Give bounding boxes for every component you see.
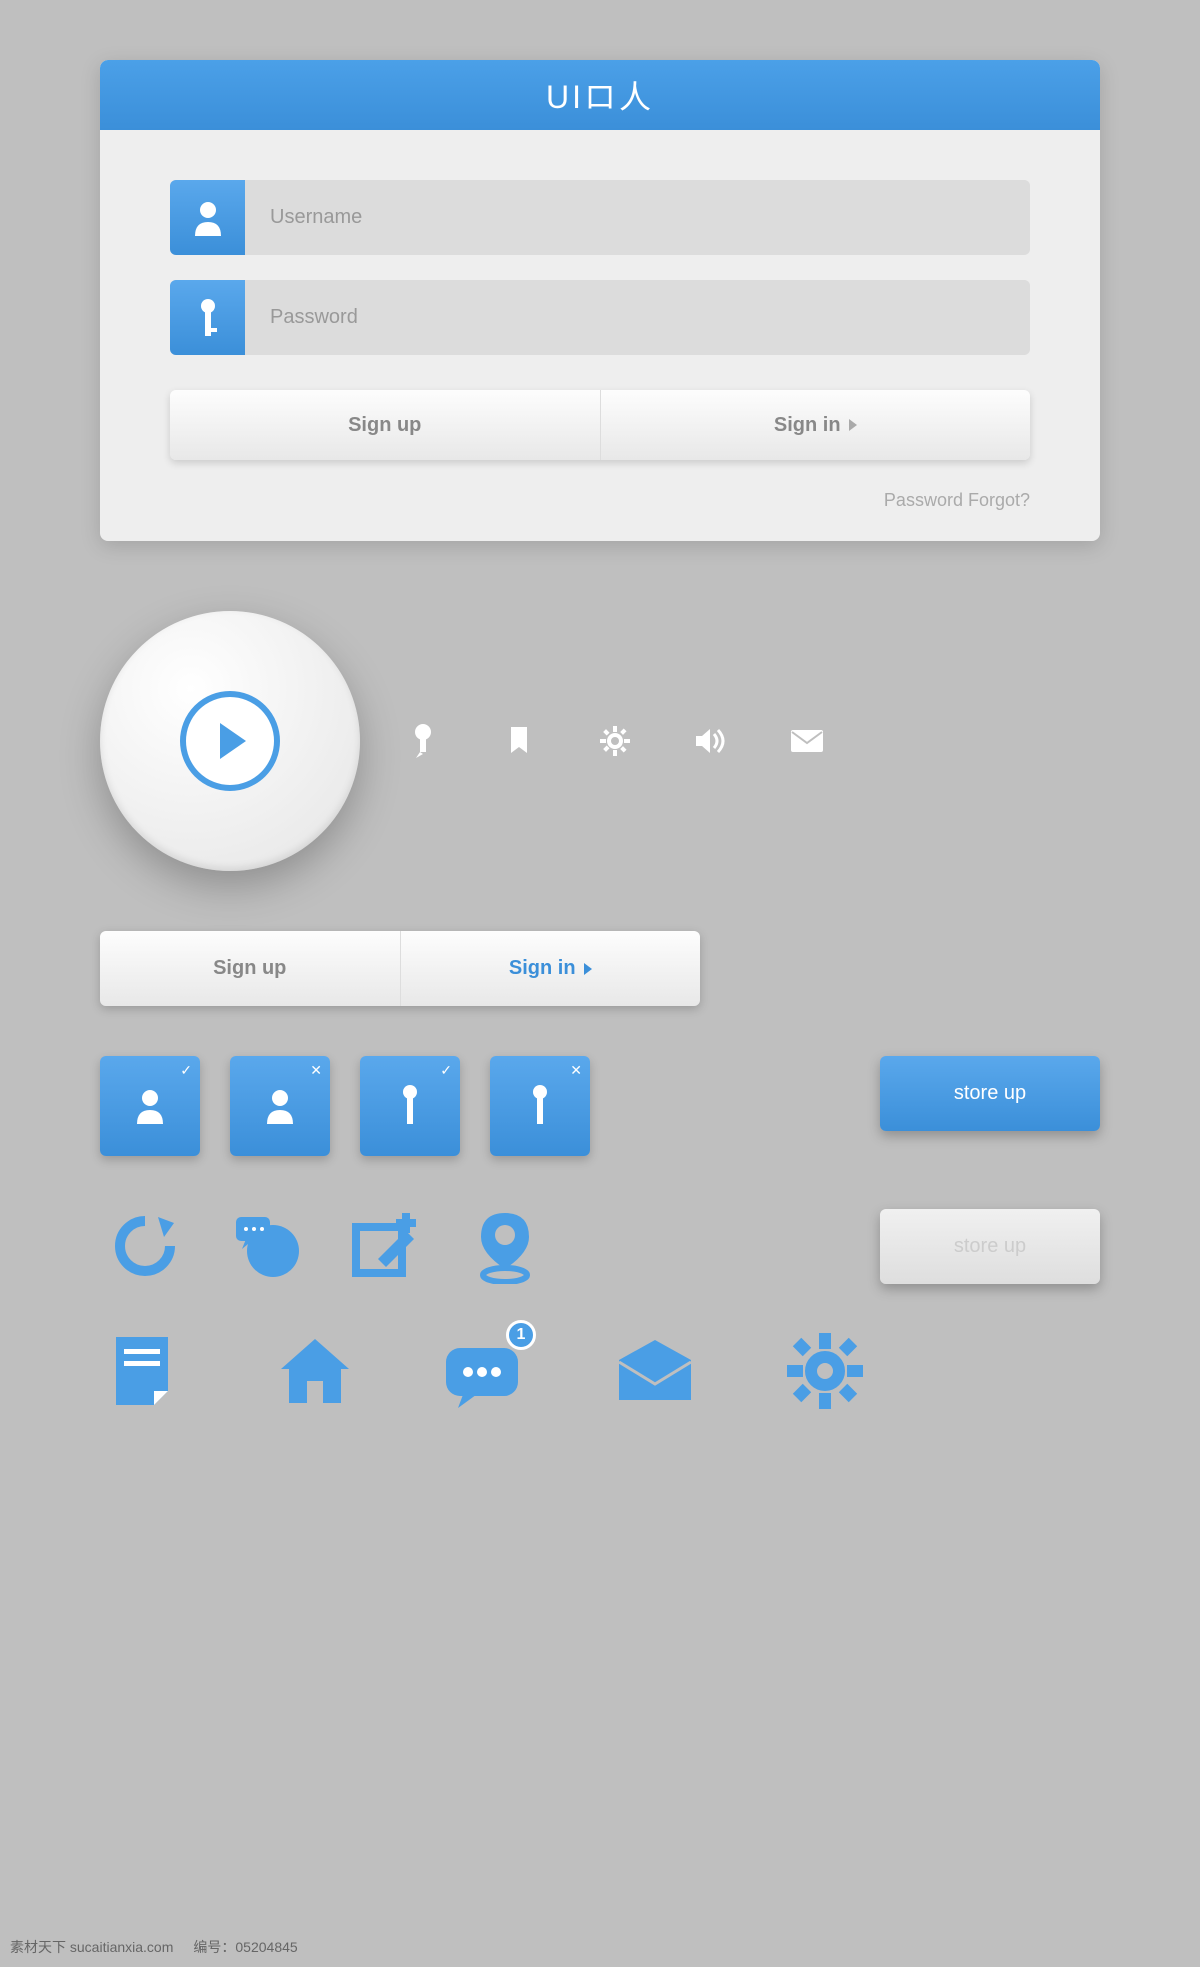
sign-in-label: Sign in: [774, 414, 841, 437]
icon-row-2: 1: [100, 1326, 1100, 1416]
close-icon: ✕: [570, 1062, 582, 1079]
settings-gear-icon[interactable]: [780, 1326, 870, 1416]
password-group: [170, 280, 1030, 355]
user-x-tile[interactable]: ✕: [230, 1056, 330, 1156]
document-icon[interactable]: [100, 1326, 190, 1416]
check-icon: ✓: [180, 1062, 192, 1079]
key-icon: [170, 280, 245, 355]
signin-signup-group-2: Sign up Sign in: [100, 931, 700, 1006]
sign-up-button-2[interactable]: Sign up: [100, 931, 401, 1006]
footer-left: 素材天下 sucaitianxia.com: [10, 1937, 173, 1957]
pin-icon[interactable]: [405, 723, 441, 759]
icon-row-1: store up: [100, 1201, 1100, 1291]
forgot-password-link[interactable]: Password Forgot?: [170, 490, 1030, 511]
card-header: UIロ人: [100, 60, 1100, 130]
sign-up-label: Sign up: [348, 414, 421, 437]
bookmark-icon[interactable]: [501, 723, 537, 759]
home-icon[interactable]: [270, 1326, 360, 1416]
location-icon[interactable]: [460, 1201, 550, 1291]
footer-right: 编号：05204845: [193, 1937, 297, 1957]
chat-globe-icon[interactable]: [220, 1201, 310, 1291]
signin-signup-group: Sign up Sign in: [170, 390, 1030, 460]
check-icon: ✓: [440, 1062, 452, 1079]
store-up-label-gray: store up: [954, 1235, 1026, 1258]
play-icon: [180, 691, 280, 791]
refresh-icon[interactable]: [100, 1201, 190, 1291]
volume-icon[interactable]: [693, 723, 729, 759]
sign-in-label-2: Sign in: [509, 957, 576, 980]
tiles-row: ✓ ✕ ✓ ✕ store up: [100, 1056, 1100, 1156]
header-title: UIロ人: [546, 72, 654, 118]
sign-up-label-2: Sign up: [213, 957, 286, 980]
mail-open-icon[interactable]: [610, 1326, 700, 1416]
sign-in-button-2[interactable]: Sign in: [401, 931, 701, 1006]
login-card: UIロ人 Sign up Sign in: [100, 60, 1100, 541]
media-row: [100, 611, 1100, 871]
mini-icons-row: [405, 723, 825, 759]
store-up-button-blue[interactable]: store up: [880, 1056, 1100, 1131]
compose-icon[interactable]: [340, 1201, 430, 1291]
sign-up-button[interactable]: Sign up: [170, 390, 601, 460]
sign-in-button[interactable]: Sign in: [601, 390, 1031, 460]
play-button[interactable]: [100, 611, 360, 871]
key-x-tile[interactable]: ✕: [490, 1056, 590, 1156]
key-check-tile[interactable]: ✓: [360, 1056, 460, 1156]
chevron-right-icon: [849, 419, 857, 431]
footer: 素材天下 sucaitianxia.com 编号：05204845: [10, 1937, 298, 1957]
username-group: [170, 180, 1030, 255]
close-icon: ✕: [310, 1062, 322, 1079]
mail-icon[interactable]: [789, 723, 825, 759]
password-input[interactable]: [245, 280, 1030, 355]
store-up-label: store up: [954, 1082, 1026, 1105]
username-input[interactable]: [245, 180, 1030, 255]
user-check-tile[interactable]: ✓: [100, 1056, 200, 1156]
badge-count: 1: [506, 1320, 536, 1350]
chat-badge-icon[interactable]: 1: [440, 1326, 530, 1416]
card-body: Sign up Sign in Password Forgot?: [100, 130, 1100, 541]
chevron-right-icon: [584, 963, 592, 975]
store-up-button-gray[interactable]: store up: [880, 1209, 1100, 1284]
gear-icon[interactable]: [597, 723, 633, 759]
person-icon: [170, 180, 245, 255]
